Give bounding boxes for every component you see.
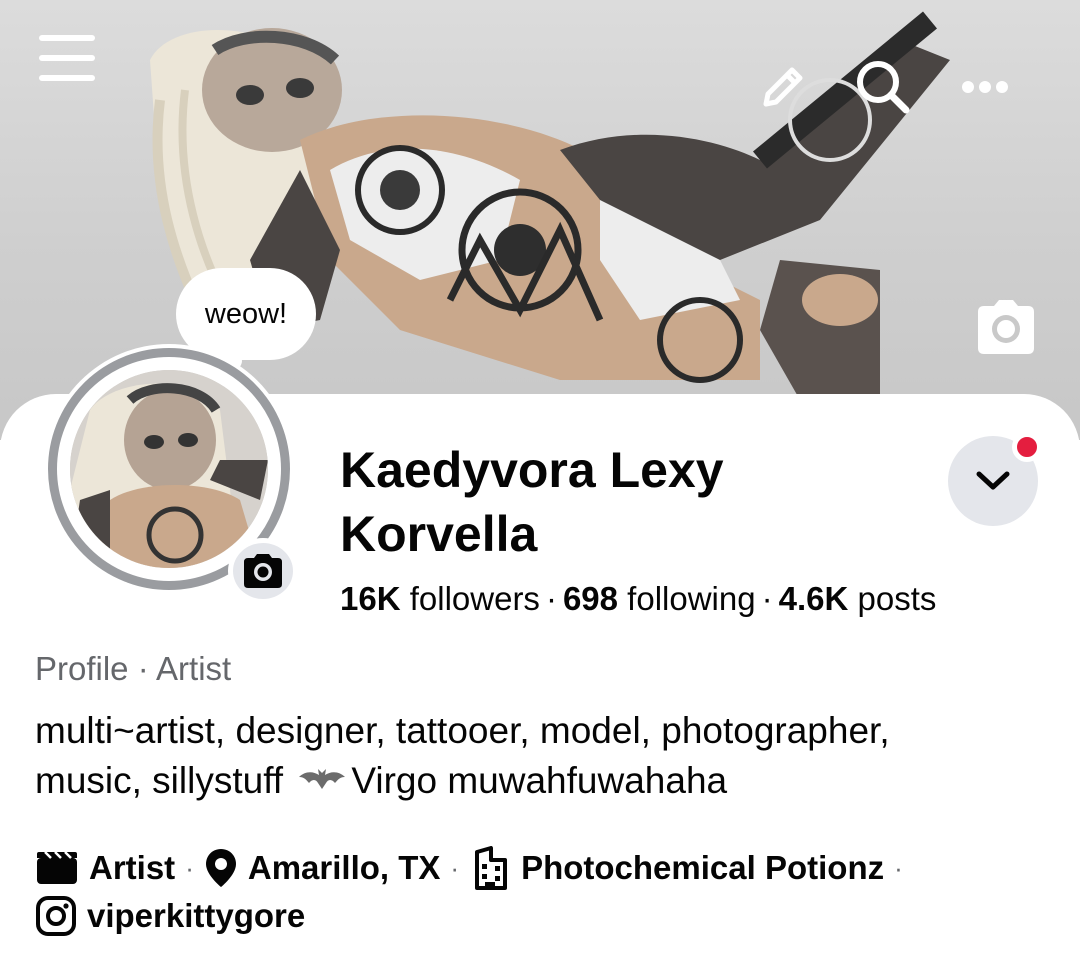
posts-count: 4.6K: [778, 580, 849, 617]
detail-workplace[interactable]: Photochemical Potionz: [521, 849, 884, 887]
profile-stats: 16K followers · 698 following · 4.6K posts: [340, 578, 1060, 620]
following-label: following: [627, 580, 756, 617]
search-icon: [857, 61, 910, 114]
hamburger-menu-icon: [39, 35, 95, 81]
instagram-icon: [35, 895, 77, 937]
bio-line-1: multi~artist, designer, tattooer, model,…: [35, 710, 890, 751]
detail-instagram[interactable]: viperkittygore: [87, 897, 305, 935]
bio-line-2-end: Virgo muwahfuwahaha: [351, 760, 728, 801]
posts-label: posts: [857, 580, 937, 617]
detail-location[interactable]: Amarillo, TX: [248, 849, 441, 887]
location-pin-icon: [204, 847, 238, 889]
followers-label: followers: [409, 580, 540, 617]
edit-avatar-button[interactable]: [228, 538, 298, 604]
detail-job: Artist: [89, 849, 176, 886]
chevron-down-icon: [976, 471, 1010, 490]
following-link[interactable]: 698 following: [563, 580, 756, 617]
profile-bio: multi~artist, designer, tattooer, model,…: [35, 706, 1055, 808]
followers-link[interactable]: 16K followers: [340, 580, 540, 617]
stats-separator: ·: [761, 580, 773, 617]
details-row-1: Artist · Amarillo, TX · Photochemical Po…: [35, 844, 1065, 892]
detail-separator: ·: [185, 852, 194, 883]
pencil-icon: [763, 67, 803, 107]
more-options-button[interactable]: [954, 62, 1016, 112]
camera-icon: [244, 554, 282, 588]
posts-link[interactable]: 4.6K posts: [779, 580, 937, 617]
detail-separator: ·: [450, 852, 460, 883]
menu-button[interactable]: [30, 24, 104, 94]
building-icon: [469, 846, 511, 890]
camera-icon: [978, 300, 1034, 354]
bio-line-2: music, sillystuff Virgo muwahfuwahaha: [35, 756, 1055, 808]
edit-profile-button[interactable]: [752, 56, 814, 118]
edit-cover-photo-button[interactable]: [972, 298, 1040, 356]
more-dots-icon: [962, 81, 1008, 93]
clapperboard-icon: [35, 850, 79, 886]
bat-emoji-icon: [297, 758, 347, 808]
detail-separator: ·: [894, 852, 903, 883]
note-bubble-text: weow!: [204, 297, 288, 330]
details-row-2: viperkittygore: [35, 892, 1065, 940]
profile-category: Profile · Artist: [35, 650, 232, 687]
notification-dot: [1012, 432, 1042, 462]
followers-count: 16K: [340, 580, 401, 617]
profile-details: Artist · Amarillo, TX · Photochemical Po…: [35, 844, 1065, 940]
search-button[interactable]: [852, 56, 914, 118]
following-count: 698: [562, 580, 618, 617]
profile-name: Kaedyvora Lexy Korvella: [340, 442, 724, 562]
stats-separator: ·: [545, 580, 557, 617]
bio-line-2-start: music, sillystuff: [35, 760, 284, 801]
avatar-image: [70, 370, 268, 568]
